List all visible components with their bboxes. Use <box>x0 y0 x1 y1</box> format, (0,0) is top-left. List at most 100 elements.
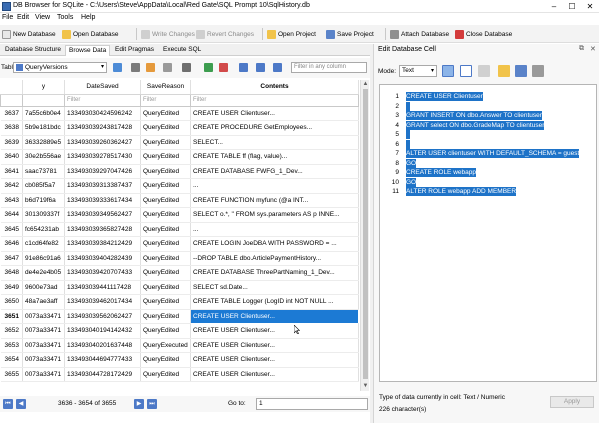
savereason-cell[interactable]: QueryEdited <box>140 207 191 223</box>
row-number-cell[interactable]: 3652 <box>0 323 23 339</box>
table-row[interactable]: 3650 48a7ae3aff 133493039462017434 QueryEdi… <box>0 294 359 310</box>
cell-editor[interactable]: 1 CREATE USER Clientuser 2 3 GRANT INSERT ON… <box>379 84 597 382</box>
datesaved-cell[interactable]: 133493039260362427 <box>64 135 141 150</box>
contents-cell[interactable]: ... <box>190 178 359 194</box>
datesaved-cell[interactable]: 133493039365827428 <box>64 222 141 237</box>
float-panel-icon[interactable]: ⧉ <box>579 45 584 53</box>
row-number-cell[interactable]: 3639 <box>0 135 23 150</box>
id-cell[interactable]: 36332889e5 <box>22 135 65 150</box>
table-row[interactable]: 3655 0073a33471 133493044728172429 QueryEdi… <box>0 367 359 382</box>
savereason-cell[interactable]: QueryExecuted <box>140 338 191 353</box>
table-row[interactable]: 3653 0073a33471 133493040201637448 QueryExe… <box>0 338 359 353</box>
close-window-button[interactable]: ✕ <box>581 0 599 13</box>
column-filter-id[interactable] <box>22 93 65 107</box>
datesaved-cell[interactable]: 133493039333617434 <box>64 193 141 208</box>
print-icon[interactable] <box>182 63 191 72</box>
datesaved-cell[interactable]: 133493039313387437 <box>64 178 141 194</box>
datesaved-cell[interactable]: 133493039349562427 <box>64 207 141 223</box>
contents-cell[interactable]: CREATE PROCEDURE GetEmployees... <box>190 120 359 136</box>
savereason-cell[interactable]: QueryEdited <box>140 352 191 368</box>
table-row[interactable]: 3648 de4e2e4b05 133493039420707433 QueryEdi… <box>0 265 359 281</box>
new-database-button[interactable]: New Database <box>2 28 56 40</box>
table-row[interactable]: 3638 5b9e181bdc 133493039243817428 QueryEdi… <box>0 120 359 136</box>
savereason-cell[interactable]: QueryEdited <box>140 294 191 310</box>
import-icon[interactable] <box>498 65 510 77</box>
savereason-cell[interactable]: QueryEdited <box>140 222 191 237</box>
clear-sort-icon[interactable] <box>146 63 155 72</box>
datesaved-cell[interactable]: 133493039441117428 <box>64 280 141 295</box>
open-project-button[interactable]: Open Project <box>267 28 316 40</box>
savereason-cell[interactable]: QueryEdited <box>140 309 191 324</box>
contents-cell[interactable]: CREATE DATABASE ThreePartNaming_1_Dev... <box>190 265 359 281</box>
id-cell[interactable]: c1cd64fe82 <box>22 236 65 252</box>
table-row[interactable]: 3654 0073a33471 133493044694777433 QueryEdi… <box>0 352 359 368</box>
close-database-button[interactable]: Close Database <box>455 28 512 40</box>
scroll-up-icon[interactable]: ▲ <box>362 80 369 88</box>
contents-cell[interactable]: CREATE USER Clientuser... <box>190 367 359 382</box>
row-number-cell[interactable]: 3647 <box>0 251 23 266</box>
contents-cell[interactable]: CREATE USER Clientuser... <box>190 352 359 368</box>
table-row[interactable]: 3644 301309337f 133493039349562427 QueryEdi… <box>0 207 359 223</box>
datesaved-cell[interactable]: 133493030424596242 <box>64 106 141 121</box>
id-cell[interactable]: 0073a33471 <box>22 309 65 324</box>
table-row[interactable]: 3646 c1cd64fe82 133493039384212429 QueryEdi… <box>0 236 359 252</box>
delete-record-icon[interactable] <box>219 63 228 72</box>
table-row[interactable]: 3651 0073a33471 133493039562062427 QueryEdi… <box>0 308 359 324</box>
datesaved-cell[interactable]: 133493039562062427 <box>64 309 141 324</box>
column-filter-savereason[interactable]: Filter <box>140 93 191 107</box>
savereason-cell[interactable]: QueryEdited <box>140 265 191 281</box>
datesaved-cell[interactable]: 133493039384212429 <box>64 236 141 252</box>
id-cell[interactable]: de4e2e4b05 <box>22 265 65 281</box>
contents-cell[interactable]: CREATE USER Clientuser... <box>190 106 359 121</box>
tab-edit-pragmas[interactable]: Edit Pragmas <box>112 45 157 56</box>
menu-help[interactable]: Help <box>81 14 95 21</box>
savereason-cell[interactable]: QueryEdited <box>140 135 191 150</box>
contents-cell[interactable]: CREATE FUNCTION myfunc (@a INT... <box>190 193 359 208</box>
table-row[interactable]: 3647 91e86c91a6 133493039404282439 QueryEdi… <box>0 251 359 266</box>
id-cell[interactable]: cb085f5a7 <box>22 178 65 194</box>
table-row[interactable]: 3652 0073a33471 133493040194142432 QueryEdi… <box>0 323 359 339</box>
column-filter-datesaved[interactable]: Filter <box>64 93 141 107</box>
save-project-button[interactable]: Save Project <box>326 28 374 40</box>
datesaved-cell[interactable]: 133493039278517430 <box>64 149 141 165</box>
id-cell[interactable]: 7a55c6b0e4 <box>22 106 65 121</box>
maximize-button[interactable]: ☐ <box>563 0 581 13</box>
goto-icon[interactable] <box>256 63 265 72</box>
savereason-cell[interactable]: QueryEdited <box>140 120 191 136</box>
contents-cell[interactable]: CREATE TABLE ff (flag, value)... <box>190 149 359 165</box>
id-cell[interactable]: 48a7ae3aff <box>22 294 65 310</box>
contents-cell[interactable]: ... <box>190 222 359 237</box>
contents-cell[interactable]: CREATE TABLE Logger (LogID int NOT NULL … <box>190 294 359 310</box>
row-number-cell[interactable]: 3646 <box>0 236 23 252</box>
auto-switch-icon[interactable] <box>478 65 490 77</box>
datesaved-cell[interactable]: 133493044694777433 <box>64 352 141 368</box>
next-record-button[interactable]: ▶ <box>134 399 144 409</box>
datesaved-cell[interactable]: 133493039297047426 <box>64 164 141 179</box>
write-changes-button[interactable]: Write Changes <box>141 28 195 40</box>
savereason-cell[interactable]: QueryEdited <box>140 193 191 208</box>
menu-view[interactable]: View <box>35 14 50 21</box>
export-icon[interactable] <box>515 65 527 77</box>
contents-cell[interactable]: --DROP TABLE dbo.ArticlePaymentHistory..… <box>190 251 359 266</box>
refresh-icon[interactable] <box>113 63 122 72</box>
previous-record-button[interactable]: ◀ <box>16 399 26 409</box>
row-number-cell[interactable]: 3655 <box>0 367 23 382</box>
column-filter-contents[interactable]: Filter <box>190 93 359 107</box>
savereason-cell[interactable]: QueryEdited <box>140 367 191 382</box>
datesaved-cell[interactable]: 133493039243817428 <box>64 120 141 136</box>
save-filter-icon[interactable] <box>163 63 172 72</box>
datesaved-cell[interactable]: 133493040194142432 <box>64 323 141 339</box>
savereason-cell[interactable]: QueryEdited <box>140 149 191 165</box>
savereason-cell[interactable]: QueryEdited <box>140 323 191 339</box>
table-row[interactable]: 3641 saac73781 133493039297047426 QueryEdit… <box>0 164 359 179</box>
row-number-cell[interactable]: 3654 <box>0 352 23 368</box>
scrollbar-thumb[interactable] <box>363 89 368 379</box>
goto-input[interactable]: 1 <box>256 398 368 410</box>
id-cell[interactable]: fc654231ab <box>22 222 65 237</box>
column-header-savereason[interactable]: SaveReason <box>140 80 191 95</box>
row-number-cell[interactable]: 3642 <box>0 178 23 194</box>
id-cell[interactable]: 9600e73ad <box>22 280 65 295</box>
first-record-button[interactable]: ⏮ <box>3 399 13 409</box>
contents-cell[interactable]: CREATE USER Clientuser... <box>190 323 359 339</box>
id-cell[interactable]: 0073a33471 <box>22 352 65 368</box>
